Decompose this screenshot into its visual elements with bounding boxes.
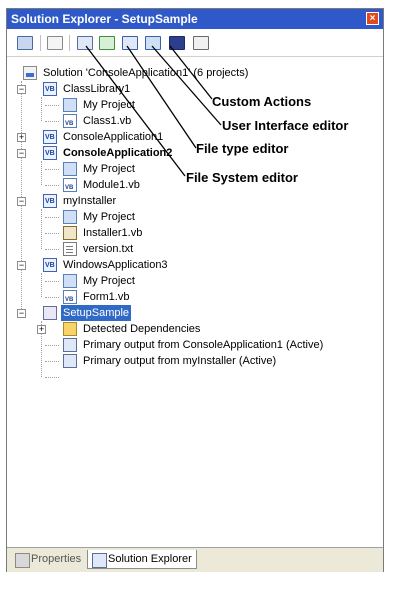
primary-output-icon	[63, 354, 77, 368]
tree-guide-line	[45, 297, 59, 298]
vb-project-icon	[43, 258, 57, 274]
show-all-files-icon[interactable]	[47, 36, 63, 50]
vb-project-icon	[43, 82, 57, 98]
tree-guide-line	[45, 361, 59, 362]
user-interface-editor-icon[interactable]	[145, 36, 161, 50]
launch-conditions-editor-icon[interactable]	[193, 36, 209, 50]
text-file-icon	[63, 242, 77, 256]
close-button[interactable]: ×	[366, 12, 379, 25]
solution-icon	[23, 66, 37, 80]
vb-project-icon	[43, 194, 57, 210]
registry-editor-icon[interactable]	[99, 36, 115, 50]
tree-guide-line	[41, 97, 42, 121]
expand-toggle[interactable]: +	[37, 325, 46, 334]
tree-guide-line	[45, 345, 59, 346]
callout-file-type-editor: File type editor	[196, 141, 289, 156]
tree-item-label: ConsoleApplication2	[63, 147, 173, 159]
tree-item-label: version.txt	[83, 243, 134, 255]
collapse-toggle[interactable]: −	[17, 261, 26, 270]
tree-guide-line	[45, 377, 59, 378]
tree-guide-line	[45, 249, 59, 250]
callout-file-system-editor: File System editor	[186, 170, 298, 185]
solution-explorer-icon	[92, 553, 107, 568]
expand-toggle[interactable]: +	[17, 133, 26, 142]
tree-item-label: Form1.vb	[83, 291, 130, 303]
tree-item-label: Detected Dependencies	[83, 323, 201, 335]
collapse-toggle[interactable]: −	[17, 85, 26, 94]
primary-output-icon	[63, 338, 77, 352]
setup-project-icon	[43, 306, 57, 320]
toolbar-separator	[69, 35, 70, 51]
file-type-editor-icon[interactable]	[122, 36, 138, 50]
toolbar-separator	[40, 35, 41, 51]
tree-item-label: My Project	[83, 211, 135, 223]
form-file-icon	[63, 290, 77, 308]
my-project-icon	[63, 210, 77, 224]
tab-properties[interactable]: Properties	[11, 550, 85, 569]
my-project-icon	[63, 162, 77, 176]
tree-guide-line	[45, 105, 59, 106]
callout-ui-editor: User Interface editor	[222, 118, 349, 133]
tree-item-label: WindowsApplication3	[63, 259, 168, 271]
vb-project-icon	[43, 130, 57, 146]
tree-item-label: Class1.vb	[83, 115, 132, 127]
vb-file-icon	[63, 114, 77, 132]
collapse-toggle[interactable]: −	[17, 309, 26, 318]
tree-item-label: ConsoleApplication1	[63, 131, 164, 143]
window-title: Solution Explorer - SetupSample	[11, 12, 198, 26]
tree-item-label: My Project	[83, 275, 135, 287]
solution-explorer-window: Solution Explorer - SetupSample × − + − …	[6, 8, 384, 572]
tree-item-label: Installer1.vb	[83, 227, 143, 239]
tree-item-label: Module1.vb	[83, 179, 140, 191]
collapse-toggle[interactable]: −	[17, 197, 26, 206]
tree-item-label: Solution 'ConsoleApplication1' (6 projec…	[43, 67, 249, 79]
properties-icon[interactable]	[17, 36, 33, 50]
collapse-toggle[interactable]: −	[17, 149, 26, 158]
toolbar	[7, 30, 383, 57]
tree-guide-line	[41, 161, 42, 185]
folder-icon	[63, 322, 77, 336]
my-project-icon	[63, 98, 77, 112]
tab-label: Properties	[31, 553, 82, 565]
tree-item-label: My Project	[83, 99, 135, 111]
tree-guide-line	[45, 217, 59, 218]
title-bar: Solution Explorer - SetupSample ×	[7, 9, 383, 29]
tab-label: Solution Explorer	[108, 553, 192, 565]
tree-item-label: My Project	[83, 163, 135, 175]
vb-project-icon	[43, 146, 57, 162]
bottom-tab-strip: Properties Solution Explorer	[7, 547, 383, 572]
tree-item-label: ClassLibrary1	[63, 83, 131, 95]
tree-guide-line	[45, 121, 59, 122]
tree-item-label: SetupSample	[61, 305, 132, 321]
tree-item-label: Primary output from ConsoleApplication1 …	[83, 339, 324, 351]
file-system-editor-icon[interactable]	[77, 36, 93, 50]
vb-file-icon	[63, 178, 77, 196]
tree-guide-line	[45, 281, 59, 282]
installer-class-icon	[63, 226, 77, 240]
tree-item-label: Primary output from myInstaller (Active)	[83, 355, 277, 367]
tree-guide-line	[45, 233, 59, 234]
tree-guide-line	[45, 185, 59, 186]
my-project-icon	[63, 274, 77, 288]
custom-actions-editor-icon[interactable]	[169, 36, 185, 50]
tree-guide-line	[45, 169, 59, 170]
callout-custom-actions: Custom Actions	[212, 94, 312, 109]
tree-guide-line	[41, 273, 42, 297]
properties-icon	[15, 553, 30, 568]
tab-solution-explorer[interactable]: Solution Explorer	[87, 550, 197, 569]
tree-guide-line	[41, 209, 42, 249]
tree-item-label: myInstaller	[63, 195, 117, 207]
